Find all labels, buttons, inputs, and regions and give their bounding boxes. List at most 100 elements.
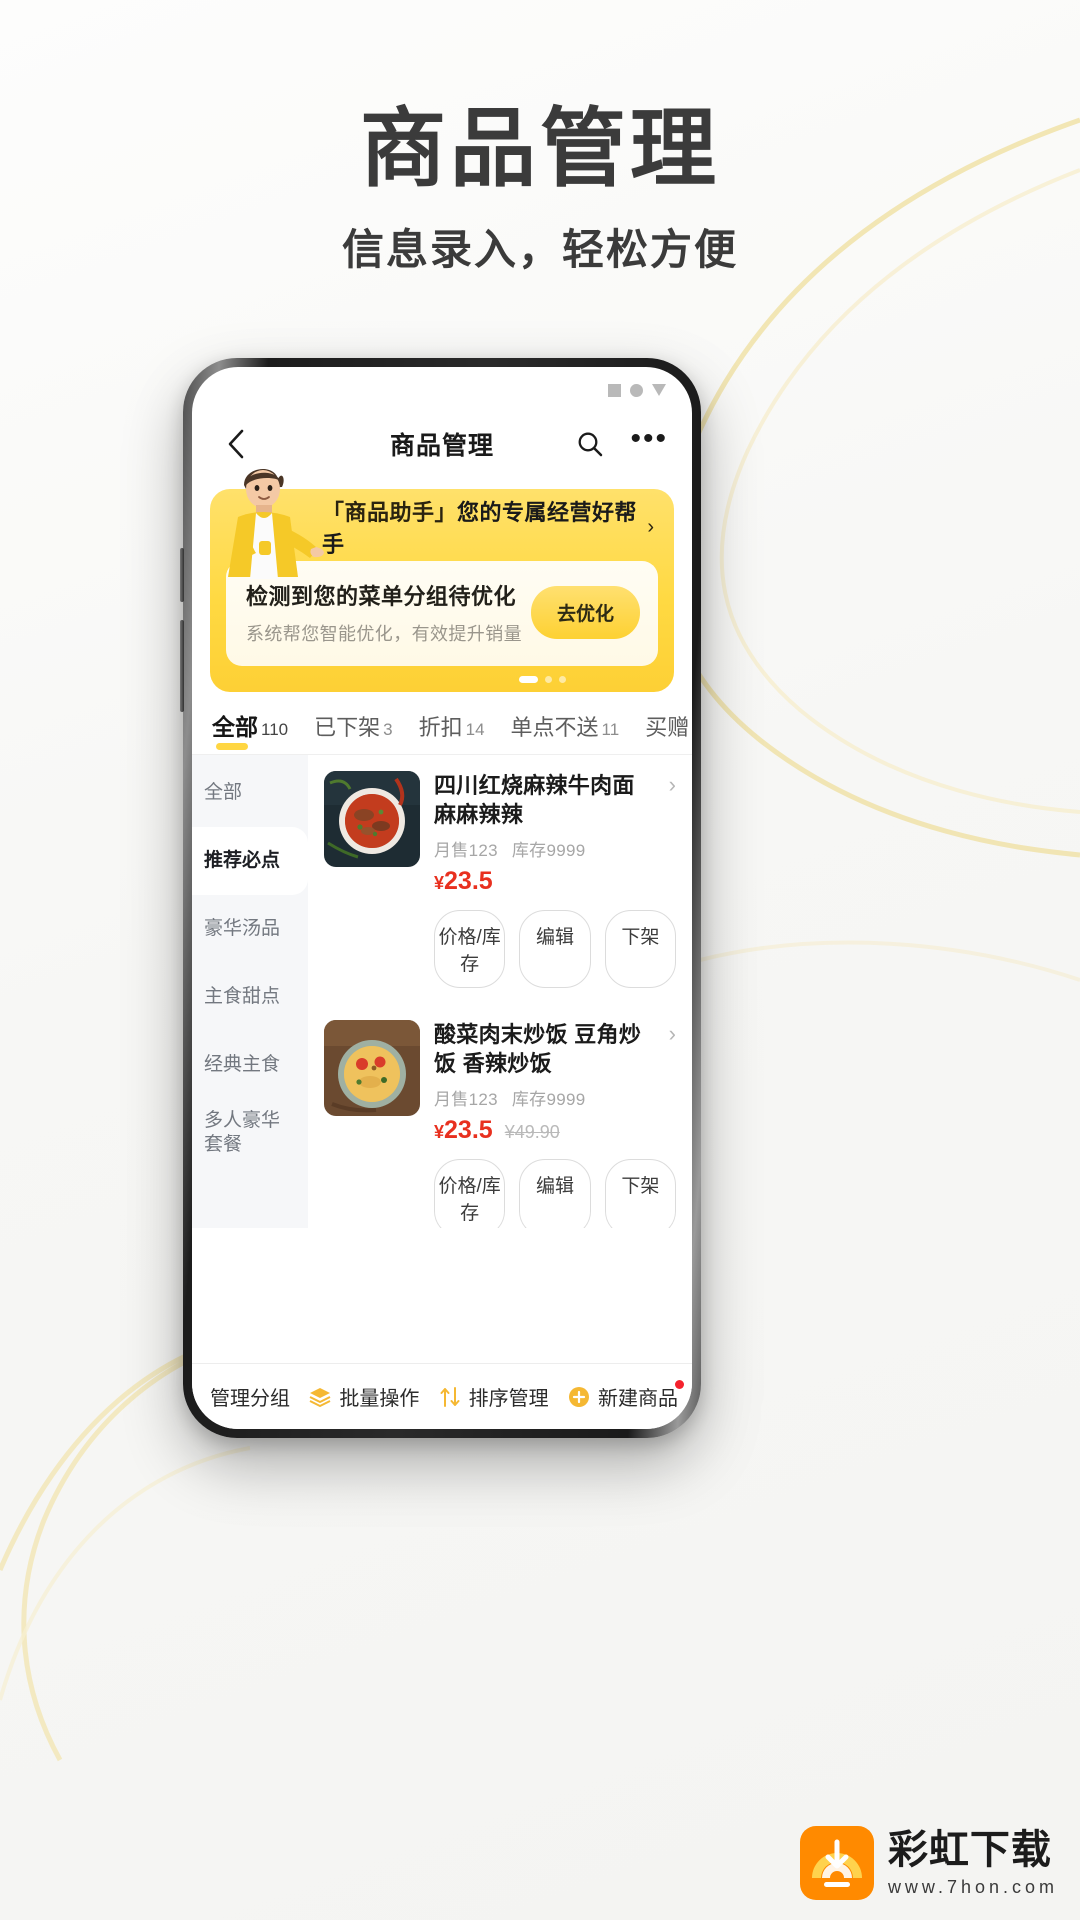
batch-operation-button[interactable]: 批量操作	[308, 1382, 419, 1411]
tab-discount[interactable]: 折扣 14	[419, 710, 485, 754]
circle-icon	[630, 383, 643, 397]
phone-screen: 商品管理 ••• 「商品助手」您的专属经营好帮手 › 检测到您的菜单分组待优化 …	[192, 367, 692, 1429]
sort-management-button[interactable]: 排序管理	[438, 1382, 549, 1411]
page-title: 商品管理	[360, 101, 720, 197]
assistant-banner-wrap: 「商品助手」您的专属经营好帮手 › 检测到您的菜单分组待优化 系统帮您智能优化，…	[192, 468, 692, 692]
category-label: 全部	[204, 782, 243, 804]
optimize-button[interactable]: 去优化	[530, 586, 640, 639]
product-stock: 库存9999	[511, 1090, 586, 1110]
edit-button[interactable]: 编辑	[519, 1159, 591, 1228]
product-name: 酸菜肉末炒饭 豆角炒饭 香辣炒饭	[434, 1022, 642, 1077]
promo-description: 系统帮您智能优化，有效提升销量	[246, 624, 522, 644]
pagination-dot[interactable]	[519, 676, 538, 683]
offshelf-button[interactable]: 下架	[604, 1159, 676, 1228]
category-sidebar: 全部 推荐必点 豪华汤品 主食甜点 经典主食 多人豪华套餐	[192, 755, 308, 1228]
chevron-right-icon[interactable]: ›	[661, 1020, 676, 1049]
product-row[interactable]: 四川红烧麻辣牛肉面 麻麻辣辣 › 月售123 库存9999 ¥23.5	[308, 755, 692, 896]
phone-volume-up-button	[180, 548, 184, 602]
batch-operation-label: 批量操作	[339, 1388, 420, 1410]
sidebar-item-recommended[interactable]: 推荐必点	[192, 827, 308, 895]
tab-label: 全部	[212, 714, 258, 740]
currency-symbol: ¥	[434, 1122, 445, 1143]
square-icon	[608, 383, 621, 397]
sort-icon	[440, 1386, 460, 1407]
more-horizontal-icon[interactable]: •••	[630, 424, 668, 454]
pagination-dot[interactable]	[559, 676, 566, 683]
tab-count: 11	[601, 720, 620, 739]
tab-offshelf[interactable]: 已下架 3	[314, 710, 392, 754]
category-label: 经典主食	[204, 1054, 281, 1076]
fried-rice-photo	[324, 1020, 420, 1117]
tab-label: 单点不送	[510, 715, 599, 740]
tab-count: 110	[261, 720, 289, 739]
product-stock: 库存9999	[511, 841, 586, 861]
tab-label: 折扣	[418, 715, 463, 740]
layers-icon	[309, 1387, 331, 1407]
sidebar-item-group-set[interactable]: 多人豪华套餐	[192, 1099, 308, 1167]
pagination-dot[interactable]	[545, 676, 552, 683]
sidebar-item-soup[interactable]: 豪华汤品	[192, 895, 308, 963]
category-label: 推荐必点	[204, 850, 281, 872]
page-subtitle: 信息录入，轻松方便	[341, 226, 738, 274]
new-product-label: 新建商品	[597, 1388, 678, 1410]
product-thumbnail[interactable]	[324, 771, 420, 867]
product-sales: 月售123	[434, 1090, 498, 1110]
hero-heading: 商品管理 信息录入，轻松方便	[0, 104, 1080, 277]
rainbow-download-logo	[799, 1826, 874, 1900]
tab-label: 已下架	[314, 715, 381, 740]
plus-circle-icon	[568, 1386, 589, 1407]
sort-management-label: 排序管理	[468, 1388, 549, 1410]
sidebar-item-all[interactable]: 全部	[192, 759, 308, 827]
new-product-button[interactable]: 新建商品	[567, 1380, 684, 1411]
search-icon[interactable]	[576, 430, 604, 458]
watermark-title: 彩虹下载	[887, 1828, 1052, 1873]
currency-symbol: ¥	[434, 873, 445, 894]
tab-count: 14	[465, 720, 485, 739]
tab-all[interactable]: 全部 110	[212, 708, 288, 754]
bottom-toolbar: 管理分组 批量操作 排序管理 新建商品	[192, 1363, 692, 1429]
category-label: 主食甜点	[204, 986, 281, 1008]
assistant-banner-quoted: 「商品助手」	[322, 500, 458, 525]
watermark: 彩虹下载 www.7hon.com	[798, 1824, 1058, 1902]
triangle-down-icon	[652, 384, 666, 396]
tab-label: 买赠	[645, 715, 690, 740]
banner-pagination	[519, 676, 566, 683]
price-stock-button[interactable]: 价格/库存	[434, 1159, 506, 1228]
offshelf-button[interactable]: 下架	[604, 910, 676, 989]
product-name: 四川红烧麻辣牛肉面 麻麻辣辣	[434, 773, 635, 828]
sidebar-item-staple-dessert[interactable]: 主食甜点	[192, 963, 308, 1031]
phone-mockup: 商品管理 ••• 「商品助手」您的专属经营好帮手 › 检测到您的菜单分组待优化 …	[180, 358, 701, 1438]
notification-badge	[674, 1380, 684, 1389]
watermark-url: www.7hon.com	[887, 1877, 1058, 1898]
product-meta: 月售123 库存9999	[434, 836, 676, 861]
price-value: 23.5	[444, 867, 493, 896]
tab-buy-gift[interactable]: 买赠	[645, 710, 689, 754]
tab-single-no-delivery[interactable]: 单点不送 11	[511, 710, 620, 754]
product-original-price: ¥49.90	[504, 1122, 560, 1143]
product-list[interactable]: 四川红烧麻辣牛肉面 麻麻辣辣 › 月售123 库存9999 ¥23.5 价格/库存…	[308, 755, 692, 1228]
noodle-bowl-photo	[324, 771, 420, 867]
product-price: ¥23.5	[434, 1116, 493, 1145]
product-thumbnail[interactable]	[324, 1020, 420, 1117]
tab-count: 3	[383, 720, 393, 739]
edit-button[interactable]: 编辑	[519, 910, 591, 989]
assistant-mascot-icon	[228, 468, 324, 579]
product-actions: 价格/库存 编辑 下架	[308, 1145, 692, 1228]
price-stock-button[interactable]: 价格/库存	[434, 910, 506, 989]
chevron-right-icon: ›	[647, 515, 654, 538]
phone-volume-down-button	[180, 620, 184, 712]
product-sales: 月售123	[434, 841, 498, 861]
product-price: ¥23.5	[434, 867, 493, 896]
manage-groups-button[interactable]: 管理分组	[210, 1382, 290, 1411]
category-label: 豪华汤品	[204, 918, 281, 940]
assistant-banner[interactable]: 「商品助手」您的专属经营好帮手 › 检测到您的菜单分组待优化 系统帮您智能优化，…	[210, 468, 674, 692]
product-row[interactable]: 酸菜肉末炒饭 豆角炒饭 香辣炒饭 › 月售123 库存9999 ¥23.5 ¥49…	[308, 1004, 692, 1145]
manage-groups-label: 管理分组	[210, 1388, 290, 1410]
chevron-right-icon[interactable]: ›	[661, 771, 676, 800]
category-label: 多人豪华套餐	[204, 1110, 281, 1155]
product-actions: 价格/库存 编辑 下架	[308, 896, 692, 1004]
promo-title: 检测到您的菜单分组待优化	[246, 584, 517, 609]
filter-tabs: 全部 110 已下架 3 折扣 14 单点不送 11 买赠	[192, 692, 692, 755]
price-value: 23.5	[444, 1116, 493, 1145]
sidebar-item-classic-staple[interactable]: 经典主食	[192, 1031, 308, 1099]
